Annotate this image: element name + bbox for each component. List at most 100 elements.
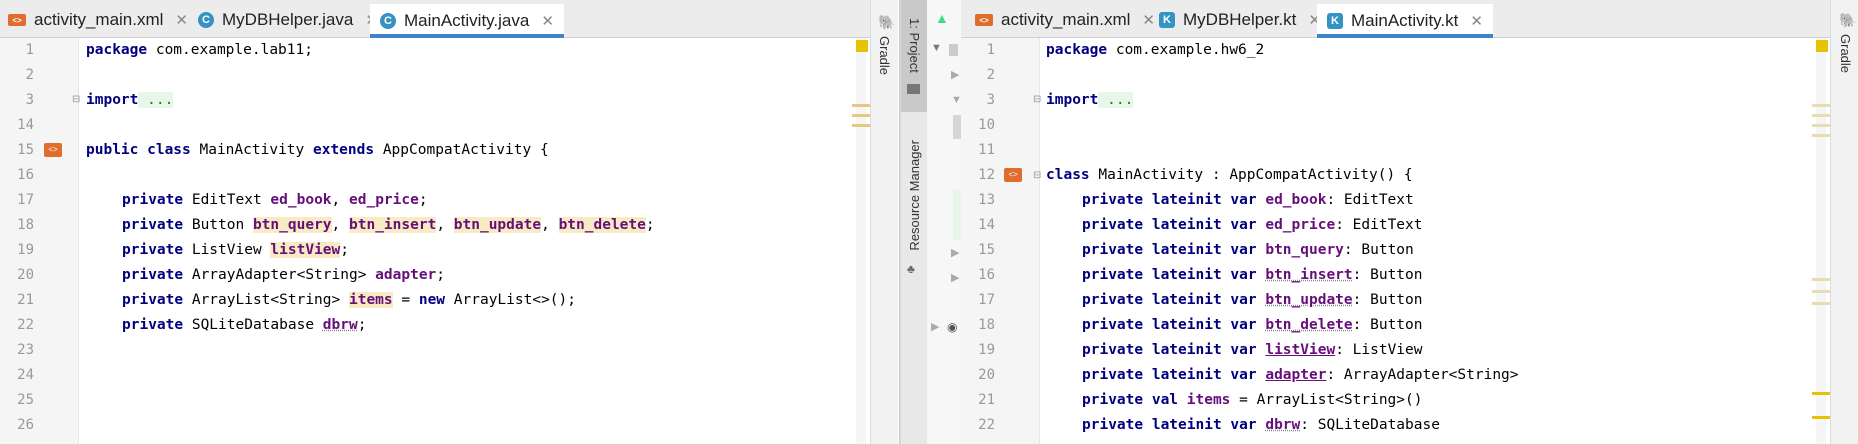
folded-imports[interactable]: ... xyxy=(1098,92,1134,108)
line-number: 10 xyxy=(978,117,995,133)
code-text: : ArrayAdapter<String> xyxy=(1326,367,1519,383)
keyword: extends xyxy=(312,142,375,158)
code-text: , xyxy=(436,217,454,233)
tab-activity-main-xml[interactable]: <> activity_main.xml ✕ xyxy=(8,4,188,36)
java-class-icon: C xyxy=(380,12,396,29)
right-tab-bar: <> activity_main.xml ✕ K MyDBHelper.kt ✕… xyxy=(961,0,1858,38)
editor-scrollbar[interactable] xyxy=(856,38,866,444)
line-number: 16 xyxy=(978,267,995,283)
code-line[interactable]: public class MainActivity extends AppCom… xyxy=(86,138,549,163)
resource-manager-label[interactable]: Resource Manager xyxy=(907,140,922,251)
field: btn_delete xyxy=(558,217,646,233)
code-line[interactable]: private lateinit var btn_update: Button xyxy=(1082,288,1423,313)
code-line[interactable]: private EditText ed_book, ed_price; xyxy=(122,188,428,213)
line-number: 1 xyxy=(25,42,34,58)
chevron-down-icon[interactable]: ▼ xyxy=(931,42,942,54)
field: btn_query xyxy=(252,217,332,233)
warning-status-icon[interactable] xyxy=(1816,40,1828,52)
project-tool-strip: 1: Project Resource Manager ♣ xyxy=(900,0,927,444)
gutter-fold-icon[interactable]: ⊟ xyxy=(1033,170,1041,181)
line-number: 12 xyxy=(978,167,995,183)
editor-scrollbar[interactable] xyxy=(1816,38,1826,444)
code-line[interactable]: private ArrayList<String> items = new Ar… xyxy=(122,288,576,313)
line-number: 15 xyxy=(17,142,34,158)
gradle-tool-label[interactable]: Gradle xyxy=(877,36,892,75)
tab-activity-main-xml[interactable]: <> activity_main.xml ✕ xyxy=(975,4,1155,36)
code-line[interactable]: import ... xyxy=(86,88,174,113)
close-icon[interactable]: ✕ xyxy=(1142,11,1155,29)
code-line[interactable]: private SQLiteDatabase dbrw; xyxy=(122,313,366,338)
close-icon[interactable]: ✕ xyxy=(175,11,188,29)
folded-imports[interactable]: ... xyxy=(138,92,174,108)
code-line[interactable]: private lateinit var ed_price: EditText xyxy=(1082,213,1423,238)
gutter-fold-icon[interactable]: ⊟ xyxy=(72,94,80,105)
line-number: 11 xyxy=(978,142,995,158)
scroll-marker xyxy=(1812,416,1830,419)
line-number: 17 xyxy=(978,292,995,308)
line-number: 14 xyxy=(17,117,34,133)
code-text: ArrayList<String> xyxy=(183,292,349,308)
code-line[interactable]: private lateinit var btn_delete: Button xyxy=(1082,313,1423,338)
tab-label: MyDBHelper.kt xyxy=(1183,10,1297,29)
gutter-activity-icon[interactable]: <> xyxy=(44,143,62,157)
code-line[interactable]: private lateinit var listView: ListView xyxy=(1082,338,1423,363)
close-icon[interactable]: ✕ xyxy=(1470,12,1483,30)
keyword: private lateinit var xyxy=(1082,292,1257,308)
field: btn_update xyxy=(453,217,542,233)
keyword: private lateinit var xyxy=(1082,242,1257,258)
code-line[interactable]: private val items = ArrayList<String>() xyxy=(1082,388,1422,413)
code-text: , xyxy=(541,217,559,233)
project-tool-label[interactable]: 1: Project xyxy=(907,18,922,73)
scroll-marker xyxy=(1812,392,1830,395)
gradle-icon[interactable]: 🐘 xyxy=(1839,12,1856,29)
field: ed_price xyxy=(1265,217,1336,233)
line-number: 25 xyxy=(17,392,34,408)
line-number: 23 xyxy=(17,342,34,358)
right-side-toolbar: 🐘 Gradle xyxy=(1830,0,1858,444)
tab-mydbhelper-java[interactable]: C MyDBHelper.java ✕ xyxy=(198,4,378,36)
field: btn_update xyxy=(1265,292,1353,308)
field: btn_query xyxy=(1265,242,1344,258)
chevron-right-icon[interactable]: ▶ xyxy=(931,320,939,333)
gutter-activity-icon[interactable]: <> xyxy=(1004,168,1022,182)
line-number: 17 xyxy=(17,192,34,208)
warning-status-icon[interactable] xyxy=(856,40,868,52)
code-line[interactable]: import ... xyxy=(1046,88,1134,113)
code-line[interactable]: package com.example.hw6_2 xyxy=(1046,38,1264,63)
scroll-marker xyxy=(1812,278,1830,281)
chevron-right-icon[interactable]: ▶ xyxy=(951,271,959,284)
close-icon[interactable]: ✕ xyxy=(541,12,554,30)
tab-mainactivity-java[interactable]: C MainActivity.java ✕ xyxy=(370,4,564,38)
code-text: MainActivity xyxy=(190,142,313,158)
line-number: 2 xyxy=(986,67,995,83)
tab-mainactivity-kt[interactable]: K MainActivity.kt ✕ xyxy=(1317,4,1493,38)
gutter-fold-icon[interactable]: ⊟ xyxy=(1033,94,1041,105)
tab-mydbhelper-kt[interactable]: K MyDBHelper.kt ✕ xyxy=(1159,4,1321,36)
line-number: 18 xyxy=(978,317,995,333)
code-text: SQLiteDatabase xyxy=(183,317,323,333)
right-editor-pane: 1: Project Resource Manager ♣ ▲ ▼ ▶ ▼ ▶ … xyxy=(899,0,1858,444)
code-line[interactable]: private lateinit var btn_insert: Button xyxy=(1082,263,1423,288)
code-line[interactable]: private lateinit var btn_query: Button xyxy=(1082,238,1414,263)
field: btn_insert xyxy=(1265,267,1353,283)
code-line[interactable]: private lateinit var ed_book: EditText xyxy=(1082,188,1414,213)
chevron-right-icon[interactable]: ▶ xyxy=(951,68,959,81)
keyword: private xyxy=(122,192,184,208)
code-text: : EditText xyxy=(1326,192,1414,208)
kotlin-class-icon: K xyxy=(1327,12,1343,29)
chevron-right-icon[interactable]: ▶ xyxy=(951,246,959,259)
gradle-tool-label[interactable]: Gradle xyxy=(1838,34,1853,73)
code-line[interactable]: package com.example.lab11; xyxy=(86,38,313,63)
code-line[interactable]: private Button btn_query, btn_insert, bt… xyxy=(122,213,655,238)
code-line[interactable]: private ArrayAdapter<String> adapter; xyxy=(122,263,445,288)
code-line[interactable]: private ListView listView; xyxy=(122,238,349,263)
code-line[interactable]: private lateinit var dbrw: SQLiteDatabas… xyxy=(1082,413,1440,438)
keyword: package xyxy=(86,42,148,58)
left-tab-bar: <> activity_main.xml ✕ C MyDBHelper.java… xyxy=(0,0,898,38)
gradle-icon[interactable]: 🐘 xyxy=(878,14,895,31)
scroll-marker xyxy=(1812,302,1830,305)
code-text: com.example.hw6_2 xyxy=(1107,42,1265,58)
code-line[interactable]: private lateinit var adapter: ArrayAdapt… xyxy=(1082,363,1519,388)
code-line[interactable]: class MainActivity : AppCompatActivity()… xyxy=(1046,163,1413,188)
keyword: private xyxy=(122,292,184,308)
